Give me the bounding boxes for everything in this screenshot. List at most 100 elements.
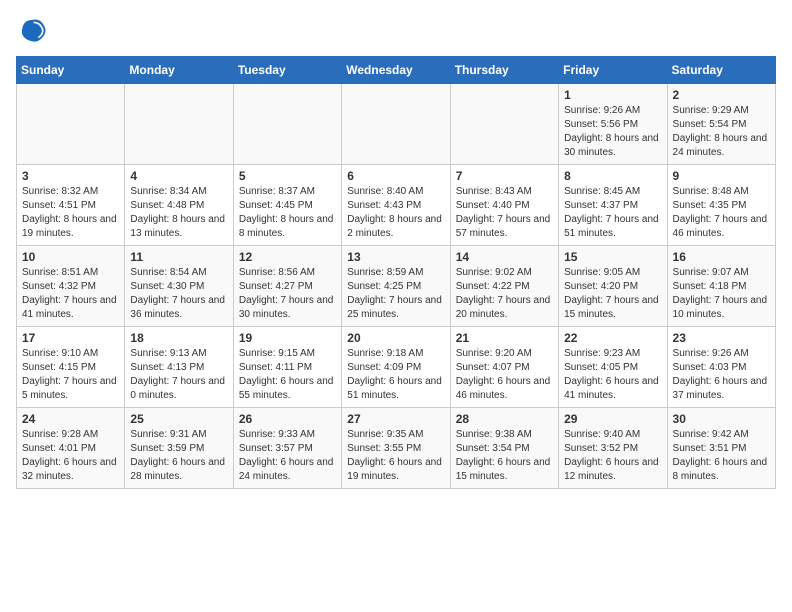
calendar-cell: [17, 84, 125, 165]
day-number: 8: [564, 169, 661, 183]
day-info: Sunrise: 9:15 AM Sunset: 4:11 PM Dayligh…: [239, 347, 336, 403]
day-number: 5: [239, 169, 336, 183]
day-number: 15: [564, 250, 661, 264]
day-number: 23: [673, 331, 770, 345]
calendar-cell: 13 Sunrise: 8:59 AM Sunset: 4:25 PM Dayli…: [342, 246, 450, 327]
day-info: Sunrise: 9:42 AM Sunset: 3:51 PM Dayligh…: [673, 428, 770, 484]
calendar-cell: 30Sunrise: 9:42 AM Sunset: 3:51 PM Dayli…: [667, 408, 775, 489]
calendar-cell: 19 Sunrise: 9:15 AM Sunset: 4:11 PM Dayli…: [233, 327, 341, 408]
calendar-cell: 26 Sunrise: 9:33 AM Sunset: 3:57 PM Dayli…: [233, 408, 341, 489]
calendar-cell: 16 Sunrise: 9:07 AM Sunset: 4:18 PM Dayli…: [667, 246, 775, 327]
day-number: 29: [564, 412, 661, 426]
calendar-cell: 5 Sunrise: 8:37 AM Sunset: 4:45 PM Daylig…: [233, 165, 341, 246]
day-info: Sunrise: 9:18 AM Sunset: 4:09 PM Dayligh…: [347, 347, 444, 403]
column-header-tuesday: Tuesday: [233, 57, 341, 84]
calendar-header-row: SundayMondayTuesdayWednesdayThursdayFrid…: [17, 57, 776, 84]
calendar-cell: 28 Sunrise: 9:38 AM Sunset: 3:54 PM Dayli…: [450, 408, 558, 489]
day-info: Sunrise: 8:54 AM Sunset: 4:30 PM Dayligh…: [130, 266, 227, 322]
day-info: Sunrise: 9:35 AM Sunset: 3:55 PM Dayligh…: [347, 428, 444, 484]
calendar-cell: 25 Sunrise: 9:31 AM Sunset: 3:59 PM Dayli…: [125, 408, 233, 489]
column-header-thursday: Thursday: [450, 57, 558, 84]
calendar-cell: [233, 84, 341, 165]
logo-icon: [16, 16, 48, 48]
calendar-cell: 10Sunrise: 8:51 AM Sunset: 4:32 PM Dayli…: [17, 246, 125, 327]
day-info: Sunrise: 9:31 AM Sunset: 3:59 PM Dayligh…: [130, 428, 227, 484]
day-info: Sunrise: 9:26 AM Sunset: 5:56 PM Dayligh…: [564, 104, 661, 160]
day-number: 14: [456, 250, 553, 264]
day-info: Sunrise: 9:20 AM Sunset: 4:07 PM Dayligh…: [456, 347, 553, 403]
column-header-sunday: Sunday: [17, 57, 125, 84]
day-info: Sunrise: 8:59 AM Sunset: 4:25 PM Dayligh…: [347, 266, 444, 322]
calendar-cell: 24Sunrise: 9:28 AM Sunset: 4:01 PM Dayli…: [17, 408, 125, 489]
day-number: 27: [347, 412, 444, 426]
day-info: Sunrise: 9:07 AM Sunset: 4:18 PM Dayligh…: [673, 266, 770, 322]
day-number: 4: [130, 169, 227, 183]
day-number: 26: [239, 412, 336, 426]
calendar-week-1: 1 Sunrise: 9:26 AM Sunset: 5:56 PM Daylig…: [17, 84, 776, 165]
calendar-cell: 27 Sunrise: 9:35 AM Sunset: 3:55 PM Dayli…: [342, 408, 450, 489]
calendar-cell: 9Sunrise: 8:48 AM Sunset: 4:35 PM Daylig…: [667, 165, 775, 246]
column-header-friday: Friday: [559, 57, 667, 84]
calendar-table: SundayMondayTuesdayWednesdayThursdayFrid…: [16, 56, 776, 489]
calendar-cell: 4 Sunrise: 8:34 AM Sunset: 4:48 PM Daylig…: [125, 165, 233, 246]
calendar-cell: [125, 84, 233, 165]
calendar-week-4: 17 Sunrise: 9:10 AM Sunset: 4:15 PM Dayli…: [17, 327, 776, 408]
day-info: Sunrise: 8:32 AM Sunset: 4:51 PM Dayligh…: [22, 185, 119, 241]
column-header-saturday: Saturday: [667, 57, 775, 84]
day-info: Sunrise: 9:05 AM Sunset: 4:20 PM Dayligh…: [564, 266, 661, 322]
day-number: 24: [22, 412, 119, 426]
day-number: 20: [347, 331, 444, 345]
day-number: 19: [239, 331, 336, 345]
day-number: 17: [22, 331, 119, 345]
day-info: Sunrise: 8:45 AM Sunset: 4:37 PM Dayligh…: [564, 185, 661, 241]
calendar-cell: 7 Sunrise: 8:43 AM Sunset: 4:40 PM Daylig…: [450, 165, 558, 246]
day-number: 21: [456, 331, 553, 345]
day-number: 28: [456, 412, 553, 426]
calendar-cell: 3 Sunrise: 8:32 AM Sunset: 4:51 PM Daylig…: [17, 165, 125, 246]
day-number: 1: [564, 88, 661, 102]
day-number: 9: [673, 169, 770, 183]
calendar-week-5: 24Sunrise: 9:28 AM Sunset: 4:01 PM Dayli…: [17, 408, 776, 489]
day-number: 7: [456, 169, 553, 183]
calendar-week-3: 10Sunrise: 8:51 AM Sunset: 4:32 PM Dayli…: [17, 246, 776, 327]
day-info: Sunrise: 8:40 AM Sunset: 4:43 PM Dayligh…: [347, 185, 444, 241]
calendar-cell: 2 Sunrise: 9:29 AM Sunset: 5:54 PM Daylig…: [667, 84, 775, 165]
calendar-cell: 8 Sunrise: 8:45 AM Sunset: 4:37 PM Daylig…: [559, 165, 667, 246]
day-info: Sunrise: 8:56 AM Sunset: 4:27 PM Dayligh…: [239, 266, 336, 322]
calendar-cell: 14Sunrise: 9:02 AM Sunset: 4:22 PM Dayli…: [450, 246, 558, 327]
calendar-cell: [450, 84, 558, 165]
calendar-week-2: 3 Sunrise: 8:32 AM Sunset: 4:51 PM Daylig…: [17, 165, 776, 246]
calendar-cell: 22 Sunrise: 9:23 AM Sunset: 4:05 PM Dayli…: [559, 327, 667, 408]
day-number: 25: [130, 412, 227, 426]
day-number: 18: [130, 331, 227, 345]
day-info: Sunrise: 9:38 AM Sunset: 3:54 PM Dayligh…: [456, 428, 553, 484]
calendar-cell: 18 Sunrise: 9:13 AM Sunset: 4:13 PM Dayli…: [125, 327, 233, 408]
logo: [16, 16, 52, 48]
calendar-cell: 11Sunrise: 8:54 AM Sunset: 4:30 PM Dayli…: [125, 246, 233, 327]
calendar-cell: 23Sunrise: 9:26 AM Sunset: 4:03 PM Dayli…: [667, 327, 775, 408]
day-number: 22: [564, 331, 661, 345]
day-info: Sunrise: 8:37 AM Sunset: 4:45 PM Dayligh…: [239, 185, 336, 241]
day-number: 16: [673, 250, 770, 264]
page-header: [16, 16, 776, 48]
day-info: Sunrise: 9:33 AM Sunset: 3:57 PM Dayligh…: [239, 428, 336, 484]
day-info: Sunrise: 9:10 AM Sunset: 4:15 PM Dayligh…: [22, 347, 119, 403]
day-info: Sunrise: 9:40 AM Sunset: 3:52 PM Dayligh…: [564, 428, 661, 484]
day-info: Sunrise: 8:34 AM Sunset: 4:48 PM Dayligh…: [130, 185, 227, 241]
calendar-cell: 1 Sunrise: 9:26 AM Sunset: 5:56 PM Daylig…: [559, 84, 667, 165]
column-header-monday: Monday: [125, 57, 233, 84]
calendar-cell: 17 Sunrise: 9:10 AM Sunset: 4:15 PM Dayli…: [17, 327, 125, 408]
day-number: 3: [22, 169, 119, 183]
day-number: 12: [239, 250, 336, 264]
calendar-cell: 20 Sunrise: 9:18 AM Sunset: 4:09 PM Dayli…: [342, 327, 450, 408]
day-info: Sunrise: 9:13 AM Sunset: 4:13 PM Dayligh…: [130, 347, 227, 403]
calendar-cell: 21 Sunrise: 9:20 AM Sunset: 4:07 PM Dayli…: [450, 327, 558, 408]
calendar-cell: 15 Sunrise: 9:05 AM Sunset: 4:20 PM Dayli…: [559, 246, 667, 327]
day-number: 2: [673, 88, 770, 102]
day-info: Sunrise: 8:43 AM Sunset: 4:40 PM Dayligh…: [456, 185, 553, 241]
day-info: Sunrise: 9:23 AM Sunset: 4:05 PM Dayligh…: [564, 347, 661, 403]
calendar-cell: 12 Sunrise: 8:56 AM Sunset: 4:27 PM Dayli…: [233, 246, 341, 327]
calendar-cell: [342, 84, 450, 165]
day-number: 13: [347, 250, 444, 264]
day-info: Sunrise: 9:29 AM Sunset: 5:54 PM Dayligh…: [673, 104, 770, 160]
